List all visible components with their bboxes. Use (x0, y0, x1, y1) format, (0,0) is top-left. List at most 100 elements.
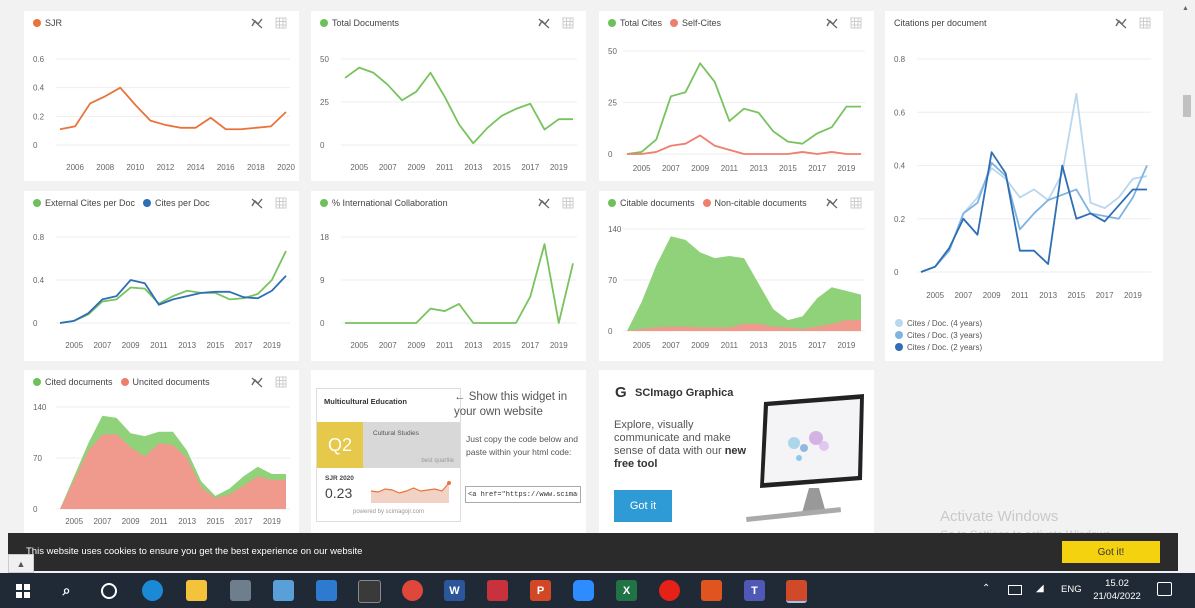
chart-plot: 0 70 140 2005 2007 2009 2011 2013 2015 2017 2019 (33, 403, 290, 526)
legend-dot (895, 343, 903, 351)
x-tick-label: 2015 (779, 164, 797, 173)
legend-label: Cites / Doc. (3 years) (907, 331, 982, 340)
category-label: Cultural Studies (373, 430, 419, 437)
chart-plot: 0 70 140 2005 2007 2009 2011 2013 2015 2017 2019 (608, 225, 865, 350)
series-line (920, 161, 1148, 273)
x-tick-label: 2007 (954, 291, 972, 300)
x-tick-label: 2008 (96, 163, 114, 172)
best-quartile-label: best quartile (421, 458, 454, 464)
mail-icon[interactable] (316, 580, 337, 601)
y-tick-label: 0 (608, 150, 613, 159)
cookie-accept-button[interactable]: Got it! (1062, 541, 1160, 563)
series-area (627, 236, 861, 331)
x-tick-label: 2018 (247, 163, 265, 172)
y-tick-label: 0 (33, 505, 38, 514)
y-tick-label: 0.2 (33, 112, 45, 121)
x-tick-label: 2005 (350, 341, 368, 350)
x-tick-label: 2009 (691, 341, 709, 350)
chart-plot: 0 0.2 0.4 0.6 0.8 2005 2007 2009 2011 2013 2015 201… (894, 55, 1151, 352)
scrollbar-thumb[interactable] (1183, 95, 1191, 117)
tray-time: 15.02 (1105, 578, 1129, 589)
app-icon-1[interactable] (230, 580, 251, 601)
tray-battery-icon[interactable] (1008, 585, 1022, 595)
powerpoint-icon[interactable]: P (530, 580, 551, 601)
tray-chevron-icon[interactable]: ⌃ (982, 583, 990, 594)
x-tick-label: 2015 (206, 341, 224, 350)
got-it-button[interactable]: Got it (614, 490, 672, 522)
teams-icon[interactable]: T (744, 580, 765, 601)
x-tick-label: 2007 (662, 341, 680, 350)
scroll-top-button[interactable]: ▲ (8, 554, 34, 573)
search-icon[interactable]: ⌕ (56, 580, 77, 601)
series-line (59, 250, 287, 324)
x-tick-label: 2019 (263, 341, 281, 350)
x-tick-label: 2015 (493, 341, 511, 350)
x-tick-label: 2014 (187, 163, 205, 172)
y-tick-label: 140 (608, 225, 622, 234)
x-tick-label: 2019 (1124, 291, 1142, 300)
x-tick-label: 2009 (691, 164, 709, 173)
sparkline-area (371, 483, 449, 503)
chart-card-sjr: SJR 0 0.2 0.4 0.6 2006 2008 2010 2012 2014 2016 201… (24, 11, 299, 181)
x-tick-label: 2015 (779, 341, 797, 350)
sjr-widget-preview[interactable]: Multicultural Education Q2 Cultural Stud… (316, 388, 461, 522)
x-tick-label: 2017 (1096, 291, 1114, 300)
tray-clock[interactable]: 15.02 21/04/2022 (1091, 577, 1143, 603)
y-tick-label: 140 (33, 403, 47, 412)
sjr-year-label: SJR 2020 (325, 475, 354, 482)
edge-icon[interactable] (142, 580, 163, 601)
windows-start-icon[interactable] (12, 580, 33, 601)
watermark-line1: Activate Windows (940, 508, 1059, 525)
y-tick-label: 0.4 (33, 84, 45, 93)
y-tick-label: 9 (320, 276, 325, 285)
scroll-up-arrow[interactable]: ▲ (1182, 5, 1189, 12)
x-tick-label: 2009 (983, 291, 1001, 300)
cortana-icon[interactable] (98, 580, 119, 601)
x-tick-label: 2005 (65, 341, 83, 350)
x-tick-label: 2011 (721, 164, 739, 173)
y-tick-label: 70 (608, 276, 617, 285)
notification-icon[interactable] (1157, 582, 1172, 596)
app-icon-2[interactable] (273, 580, 294, 601)
legend-dot (895, 331, 903, 339)
graphica-text: Explore, visually communicate and make s… (614, 419, 731, 457)
app-icon-orange[interactable] (701, 580, 722, 601)
file-explorer-icon[interactable] (186, 580, 207, 601)
x-tick-label: 2005 (350, 163, 368, 172)
word-icon[interactable]: W (444, 580, 465, 601)
legend-label: Cites / Doc. (2 years) (907, 343, 982, 352)
widget-code-input[interactable] (465, 486, 581, 503)
chrome-icon[interactable] (402, 580, 423, 601)
x-tick-label: 2019 (550, 341, 568, 350)
powered-by-label: powered by scimagojr.com (352, 509, 425, 515)
x-tick-label: 2019 (263, 517, 281, 526)
excel-icon[interactable]: X (616, 580, 637, 601)
x-tick-label: 2007 (379, 163, 397, 172)
app-icon-red[interactable] (487, 580, 508, 601)
taskbar: ⌕ W P X T ⌃ ◢ ENG 15.02 21/04/2022 (0, 573, 1195, 608)
chart-card-citable-documents: Citable documents Non-citable documents 0 7… (599, 191, 874, 361)
x-tick-label: 2007 (93, 341, 111, 350)
series-line (920, 151, 1147, 273)
y-tick-label: 0 (894, 268, 899, 277)
store-icon[interactable] (358, 580, 381, 603)
y-tick-label: 0.4 (894, 162, 906, 171)
chart-card-international-collaboration: % International Collaboration 0 9 18 2005 200… (311, 191, 586, 361)
zoom-icon[interactable] (573, 580, 594, 601)
y-tick-label: 25 (608, 99, 617, 108)
x-tick-label: 2013 (750, 164, 768, 173)
app-icon-active[interactable] (786, 580, 807, 603)
youtube-icon[interactable] (659, 580, 680, 601)
x-tick-label: 2019 (550, 163, 568, 172)
tray-language[interactable]: ENG (1061, 584, 1082, 595)
tray-network-icon[interactable]: ◢ (1036, 583, 1044, 594)
y-tick-label: 0 (33, 141, 38, 150)
x-tick-label: 2017 (235, 341, 253, 350)
chart-card-external-cites: External Cites per Doc Cites per Doc 0 0.4 0… (24, 191, 299, 361)
graphica-logo-icon: G (615, 384, 627, 401)
x-tick-label: 2007 (379, 341, 397, 350)
chart-plot: 0 0.2 0.4 0.6 2006 2008 2010 2012 2014 2016 2018 20… (33, 55, 295, 172)
y-tick-label: 0.8 (894, 55, 906, 64)
x-tick-label: 2007 (662, 164, 680, 173)
x-tick-label: 2013 (464, 163, 482, 172)
